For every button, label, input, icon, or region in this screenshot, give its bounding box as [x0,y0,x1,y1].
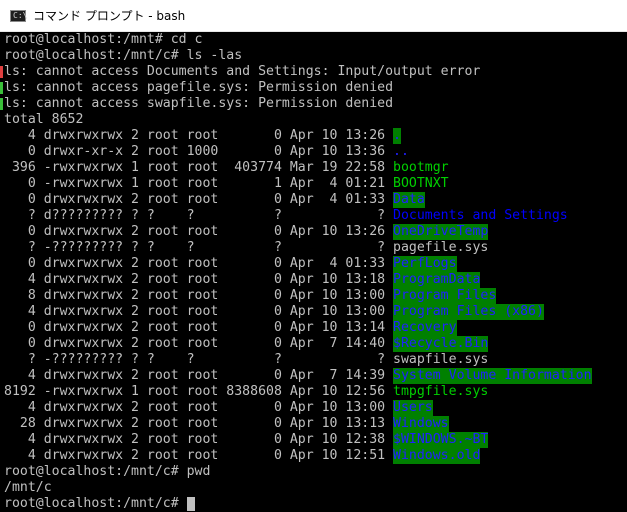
file-name: pagefile.sys [393,240,489,255]
listing-row: 0 drwxrwxrwx 2 root root 0 Apr 4 01:33 P… [4,256,457,272]
listing-details: 28 drwxrwxrwx 2 root root 0 Apr 10 13:13 [4,416,394,431]
listing-row: 0 drwxrwxrwx 2 root root 0 Apr 7 14:40 $… [4,336,489,352]
listing-row: 28 drwxrwxrwx 2 root root 0 Apr 10 13:13… [4,416,449,432]
file-name: tmpgfile.sys [393,384,489,399]
file-name: $WINDOWS.~BT [393,432,489,448]
listing-row: 4 drwxrwxrwx 2 root root 0 Apr 10 12:38 … [4,432,489,448]
file-name: Users [393,400,433,416]
listing-row: ? -????????? ? ? ? ? ? swapfile.sys [4,352,489,368]
listing-details: 4 drwxrwxrwx 2 root root 0 Apr 7 14:39 [4,368,394,383]
listing-details: 0 drwxr-xr-x 2 root 1000 0 Apr 10 13:36 [4,144,394,159]
listing-details: 0 drwxrwxrwx 2 root root 0 Apr 7 14:40 [4,336,394,351]
file-name: Documents and Settings [393,208,568,223]
listing-row: 396 -rwxrwxrwx 1 root root 403774 Mar 19… [4,160,449,176]
listing-row: 0 drwxr-xr-x 2 root 1000 0 Apr 10 13:36 … [4,144,409,160]
file-name: Data [393,192,425,208]
file-name: swapfile.sys [393,352,489,367]
listing-row: 4 drwxrwxrwx 2 root root 0 Apr 10 13:00 … [4,304,544,320]
listing-row: 4 drwxrwxrwx 2 root root 0 Apr 10 13:18 … [4,272,481,288]
console-output[interactable]: root@localhost:/mnt# cd c root@localhost:… [0,32,627,512]
listing-details: 0 drwxrwxrwx 2 root root 0 Apr 10 13:14 [4,320,394,335]
file-name: $Recycle.Bin [393,336,489,352]
terminal-line: root@localhost:/mnt/c# pwd [4,464,211,479]
window-title: コマンド プロンプト - bash [33,8,186,23]
listing-row: 4 drwxrwxrwx 2 root root 0 Apr 10 13:00 … [4,400,433,416]
listing-details: 4 drwxrwxrwx 2 root root 0 Apr 10 12:51 [4,448,394,463]
listing-row: 4 drwxrwxrwx 2 root root 0 Apr 7 14:39 S… [4,368,592,384]
file-name: OneDriveTemp [393,224,489,240]
listing-details: 4 drwxrwxrwx 2 root root 0 Apr 10 13:00 [4,400,394,415]
error-line: ls: cannot access swapfile.sys: Permissi… [0,96,394,112]
file-name: Recovery [393,320,457,336]
error-line: ls: cannot access pagefile.sys: Permissi… [0,80,394,96]
listing-row: ? -????????? ? ? ? ? ? pagefile.sys [4,240,489,256]
file-name: System Volume Information [393,368,592,384]
file-name: bootmgr [393,160,449,175]
error-marker [0,82,3,94]
listing-row: 0 drwxrwxrwx 2 root root 0 Apr 10 13:26 … [4,224,489,240]
error-line: ls: cannot access Documents and Settings… [0,64,481,80]
listing-details: 0 drwxrwxrwx 2 root root 0 Apr 4 01:33 [4,256,394,271]
listing-details: 0 -rwxrwxrwx 1 root root 1 Apr 4 01:21 [4,176,394,191]
error-marker [0,66,3,78]
listing-row: 0 -rwxrwxrwx 1 root root 1 Apr 4 01:21 B… [4,176,449,192]
listing-details: 396 -rwxrwxrwx 1 root root 403774 Mar 19… [4,160,394,175]
file-name: PerfLogs [393,256,457,272]
text-cursor [186,497,195,511]
terminal-window: C:\ コマンド プロンプト - bash root@localhost:/mn… [0,0,627,512]
file-name: .. [393,144,409,159]
command-prompt[interactable]: root@localhost:/mnt/c# [4,496,195,512]
terminal-line: root@localhost:/mnt/c# ls -las [4,48,243,63]
error-text: ls: cannot access pagefile.sys: Permissi… [4,80,394,95]
file-name: BOOTNXT [393,176,449,191]
listing-row: 4 drwxrwxrwx 2 root root 0 Apr 10 13:26 … [4,128,401,144]
listing-row: ? d????????? ? ? ? ? ? Documents and Set… [4,208,568,224]
listing-details: 4 drwxrwxrwx 2 root root 0 Apr 10 13:26 [4,128,394,143]
listing-details: 4 drwxrwxrwx 2 root root 0 Apr 10 13:00 [4,304,394,319]
file-name: ProgramData [393,272,481,288]
listing-row: 8192 -rwxrwxrwx 1 root root 8388608 Apr … [4,384,488,400]
listing-details: ? -????????? ? ? ? ? ? [4,240,394,255]
file-name: . [393,128,401,144]
terminal-line: /mnt/c [4,480,52,495]
error-marker [0,98,3,110]
listing-details: 0 drwxrwxrwx 2 root root 0 Apr 10 13:26 [4,224,394,239]
file-name: Program Files (x86) [393,304,544,320]
title-bar[interactable]: C:\ コマンド プロンプト - bash [0,0,627,32]
listing-details: 4 drwxrwxrwx 2 root root 0 Apr 10 13:18 [4,272,394,287]
terminal-line: total 8652 [4,112,84,127]
listing-details: ? d????????? ? ? ? ? ? [4,208,394,223]
listing-row: 0 drwxrwxrwx 2 root root 0 Apr 10 13:14 … [4,320,457,336]
error-text: ls: cannot access swapfile.sys: Permissi… [4,96,394,111]
file-name: Windows.old [393,448,481,464]
error-text: ls: cannot access Documents and Settings… [4,64,481,79]
listing-details: 4 drwxrwxrwx 2 root root 0 Apr 10 12:38 [4,432,394,447]
listing-row: 8 drwxrwxrwx 2 root root 0 Apr 10 13:00 … [4,288,497,304]
listing-details: 8 drwxrwxrwx 2 root root 0 Apr 10 13:00 [4,288,394,303]
file-name: Windows [393,416,449,432]
listing-row: 0 drwxrwxrwx 2 root root 0 Apr 4 01:33 D… [4,192,425,208]
listing-details: 8192 -rwxrwxrwx 1 root root 8388608 Apr … [4,384,394,399]
listing-details: 0 drwxrwxrwx 2 root root 0 Apr 4 01:33 [4,192,394,207]
cmd-icon: C:\ [10,9,27,22]
terminal-line: root@localhost:/mnt# cd c [4,32,203,47]
listing-row: 4 drwxrwxrwx 2 root root 0 Apr 10 12:51 … [4,448,481,464]
listing-details: ? -????????? ? ? ? ? ? [4,352,394,367]
file-name: Program Files [393,288,497,304]
prompt-text: root@localhost:/mnt/c# [4,496,187,511]
